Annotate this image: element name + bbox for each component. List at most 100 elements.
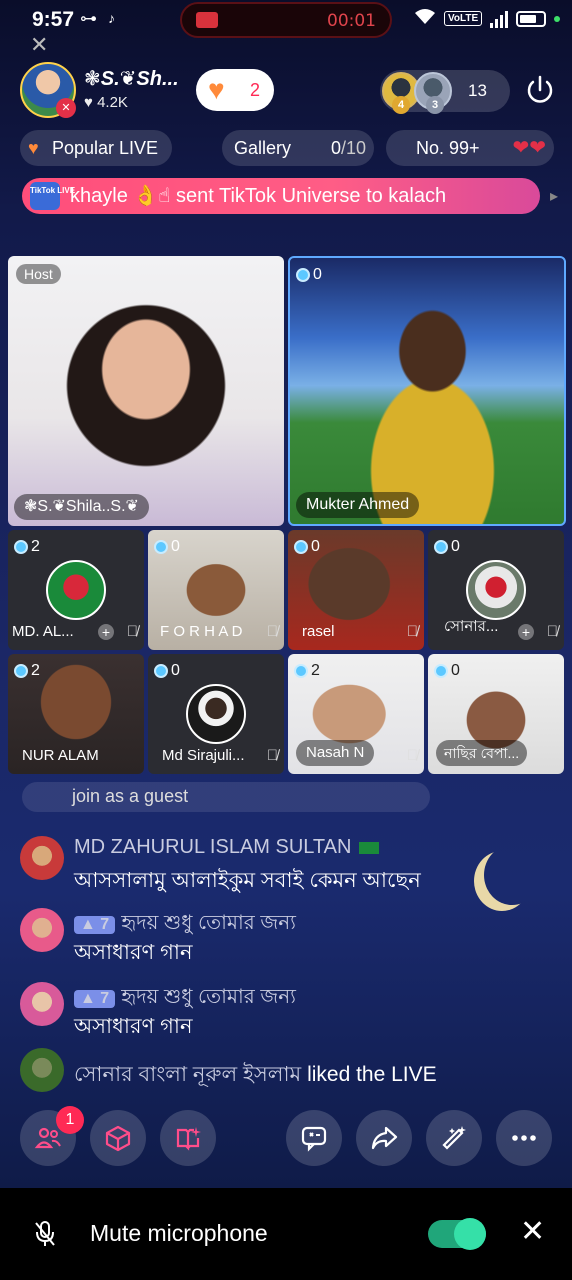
comment-off-icon [301, 1126, 327, 1152]
chat-username[interactable]: MD ZAHURUL ISLAM SULTAN [74, 836, 380, 859]
score-value: 0 [311, 538, 320, 555]
gem-icon [294, 540, 308, 554]
guest-tile[interactable]: 0 rasel 🎙̸ [288, 530, 424, 650]
power-icon[interactable] [522, 72, 558, 108]
chat-message[interactable]: ▲ 7 হৃদয় শুধু তোমার জন্য অসাধারণ গান [20, 982, 540, 1042]
popular-live-label: Popular LIVE [52, 138, 159, 158]
wand-icon [442, 1126, 466, 1150]
mic-muted-icon: 🎙̸ [546, 623, 558, 640]
share-button[interactable] [356, 1110, 412, 1166]
gem-icon [154, 664, 168, 678]
guest-score: 0 [154, 662, 180, 680]
mute-microphone-label: Mute microphone [90, 1220, 268, 1246]
add-icon[interactable]: + [518, 624, 534, 640]
rank-label: No. 99+ [416, 138, 480, 158]
guest-score: 2 [294, 662, 320, 680]
wifi-icon [414, 8, 436, 29]
gift-box-button[interactable] [90, 1110, 146, 1166]
gem-icon [14, 664, 28, 678]
chat-like-event[interactable]: সোনার বাংলা নূরুল ইসলাম liked the LIVE [20, 1048, 550, 1096]
chat-text: অসাধারণ গান [74, 1015, 193, 1038]
guest-name: Mukter Ahmed [296, 492, 420, 518]
live-screen: 9:57 ⊶ ♪ 00:01 VoLTE ✕ ✕ ❃S.❦Sh... ♥ 4.2… [0, 0, 572, 1188]
chat-avatar[interactable] [20, 836, 64, 880]
score-value: 2 [31, 538, 40, 555]
guest-score: 0 [294, 538, 320, 556]
mic-muted-icon: 🎙̸ [266, 623, 278, 640]
viewers-pill[interactable]: 4 3 13 [380, 70, 510, 114]
rank-pill[interactable]: No. 99+ ❤❤ [386, 130, 554, 166]
box-icon [105, 1125, 131, 1152]
record-camera-icon [196, 12, 218, 28]
guest-tile[interactable]: 0 সোনার... + 🎙̸ [428, 530, 564, 650]
gem-icon [296, 268, 310, 282]
guest-video-tile[interactable]: 0 Mukter Ahmed [288, 256, 566, 526]
host-mic-off-icon: ✕ [56, 98, 76, 118]
viewer-count: 13 [468, 81, 487, 100]
guest-tile[interactable]: 0 নাছির বেপা... [428, 654, 564, 774]
close-icon[interactable]: ✕ [520, 1214, 545, 1249]
like-event-text: সোনার বাংলা নূরুল ইসলাম liked the LIVE [74, 1058, 437, 1093]
chat-username-text: MD ZAHURUL ISLAM SULTAN [74, 836, 352, 858]
score-value: 0 [313, 266, 322, 283]
host-name[interactable]: ❃S.❦Sh... [84, 66, 179, 91]
status-time: 9:57 [32, 8, 75, 31]
score-value: 2 [311, 662, 320, 679]
guest-tile[interactable]: 0 F O R H A D 🎙̸ [148, 530, 284, 650]
guest-tile[interactable]: 2 NUR ALAM [8, 654, 144, 774]
volte-badge: VoLTE [444, 11, 483, 26]
mic-muted-icon: 🎙̸ [266, 747, 278, 764]
mic-muted-icon: 🎙̸ [406, 623, 418, 640]
add-icon[interactable]: + [98, 624, 114, 640]
capcut-logo-icon: ✕ [30, 32, 49, 57]
tiktok-live-logo: TikTok LIVE [30, 182, 75, 210]
share-arrow-icon [371, 1126, 398, 1150]
mic-off-icon [34, 1220, 56, 1253]
gift-banner[interactable]: TikTok LIVE khayle 👌☝ sent TikTok Univer… [22, 178, 540, 214]
screen-record-pill[interactable]: 00:01 [180, 2, 392, 38]
level-badge: ▲ 7 [74, 990, 116, 1008]
chat-avatar[interactable] [20, 982, 64, 1026]
more-button[interactable] [496, 1110, 552, 1166]
host-video-tile[interactable]: Host ❃S.❦Shila..S.❦ [8, 256, 284, 526]
viewer-rank-2: 3 [426, 96, 444, 114]
mic-muted-icon: 🎙̸ [406, 747, 418, 764]
effects-button[interactable] [160, 1110, 216, 1166]
mute-toggle[interactable] [428, 1218, 486, 1250]
battery-icon [516, 10, 547, 27]
popular-live-pill[interactable]: ♥ Popular LIVE [20, 130, 172, 166]
status-icons: VoLTE [414, 8, 561, 29]
gallery-pill[interactable]: Gallery 0/10 [222, 130, 374, 166]
guest-score: 2 [14, 538, 40, 556]
guest-tile[interactable]: 2 MD. AL... + 🎙̸ [8, 530, 144, 650]
heart-icon: ♥ [208, 74, 225, 105]
guest-score: 0 [296, 266, 322, 284]
guest-name: নাছির বেপা... [436, 740, 528, 766]
viewer-rank-1: 4 [392, 96, 410, 114]
follow-button[interactable]: ♥ 2 [196, 69, 274, 111]
guest-score: 0 [154, 538, 180, 556]
chat-avatar[interactable] [20, 1048, 64, 1092]
join-as-guest-pill[interactable]: join as a guest [22, 782, 430, 812]
host-tile-name: ❃S.❦Shila..S.❦ [14, 494, 149, 520]
join-text: join as a guest [72, 786, 189, 806]
hearts-icon: ❤❤ [512, 137, 546, 159]
tiktok-notif-icon: ♪ [108, 10, 115, 26]
magic-wand-button[interactable] [426, 1110, 482, 1166]
chat-message[interactable]: MD ZAHURUL ISLAM SULTAN আসসালামু আলাইকুম… [20, 836, 540, 896]
host-likes: ♥ 4.2K [84, 94, 128, 111]
status-bar: 9:57 ⊶ ♪ 00:01 VoLTE [0, 0, 572, 40]
guest-score: 0 [434, 662, 460, 680]
gallery-label: Gallery [234, 138, 292, 158]
guest-tile[interactable]: 2 Nasah N 🎙̸ [288, 654, 424, 774]
chat-message[interactable]: ▲ 7 হৃদয় শুধু তোমার জন্য অসাধারণ গান [20, 908, 540, 968]
guest-tile[interactable]: 0 Md Sirajuli... 🎙̸ [148, 654, 284, 774]
chat-avatar[interactable] [20, 908, 64, 952]
key-icon: ⊶ [80, 9, 97, 28]
comment-toggle-button[interactable] [286, 1110, 342, 1166]
banner-text: khayle 👌☝ sent TikTok Universe to kalach [70, 185, 447, 207]
guest-score: 2 [14, 662, 40, 680]
chat-text: অসাধারণ গান [74, 941, 193, 964]
gallery-count: 0/10 [331, 130, 366, 166]
guest-score: 0 [434, 538, 460, 556]
